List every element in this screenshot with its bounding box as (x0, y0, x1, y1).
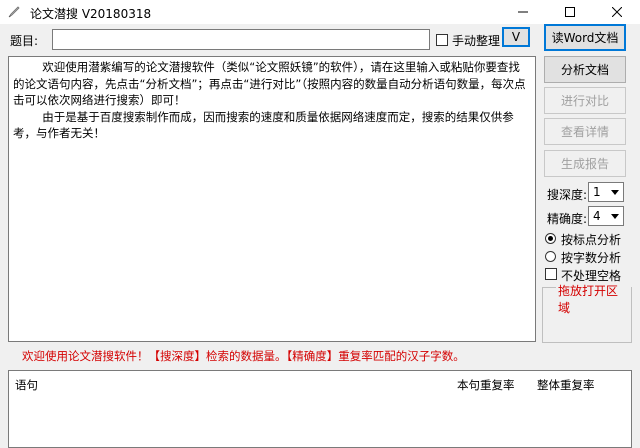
window-title: 论文潜搜 V20180318 (30, 7, 152, 21)
generate-report-button[interactable]: 生成报告 (544, 150, 626, 177)
depth-value: 1 (593, 185, 601, 199)
maximize-button[interactable] (547, 0, 593, 24)
drop-zone[interactable]: 拖放打开区域 (542, 282, 632, 343)
hint-text: 欢迎使用论文潜搜软件！【搜深度】检索的数据量。【精确度】重复率匹配的汉子字数。 (22, 349, 465, 363)
punct-radio-label: 按标点分析 (561, 233, 622, 247)
column-header-overall-rate[interactable]: 整体重复率 (537, 377, 595, 393)
close-icon (612, 7, 622, 17)
manual-arrange-label: 手动整理 (452, 34, 501, 48)
depth-label: 搜深度: (547, 188, 588, 202)
minimize-icon (518, 11, 528, 13)
column-header-sentence[interactable]: 语句 (15, 377, 38, 393)
manual-arrange-checkbox[interactable] (436, 34, 448, 46)
chars-radio[interactable] (545, 251, 556, 262)
pen-icon (7, 5, 21, 19)
minimize-button[interactable] (500, 0, 546, 24)
chevron-down-icon (609, 185, 621, 199)
drop-zone-label: 拖放打开区域 (556, 282, 631, 316)
results-table[interactable]: 语句 本句重复率 整体重复率 (8, 370, 632, 448)
no-space-checkbox[interactable] (545, 268, 557, 280)
precision-select[interactable]: 4 (588, 206, 624, 226)
precision-value: 4 (593, 209, 601, 223)
analyze-document-button[interactable]: 分析文档 (544, 56, 626, 83)
read-word-button[interactable]: 读Word文档 (544, 24, 626, 51)
close-button[interactable] (594, 0, 640, 24)
chevron-down-icon (609, 209, 621, 223)
topic-label: 题目: (10, 34, 39, 48)
precision-label: 精确度: (547, 212, 588, 226)
depth-select[interactable]: 1 (588, 182, 624, 202)
punct-radio[interactable] (545, 233, 556, 244)
view-details-button[interactable]: 查看详情 (544, 118, 626, 145)
compare-button[interactable]: 进行对比 (544, 87, 626, 114)
topic-input[interactable] (52, 29, 430, 50)
v-button[interactable]: V (502, 27, 530, 47)
content-textarea[interactable]: 欢迎使用潜紫编写的论文潜搜软件（类似“论文照妖镜”的软件），请在这里输入或粘贴你… (8, 56, 536, 342)
maximize-icon (565, 7, 575, 17)
chars-radio-label: 按字数分析 (561, 251, 622, 265)
title-bar: 论文潜搜 V20180318 (0, 0, 640, 24)
column-header-sentence-rate[interactable]: 本句重复率 (457, 377, 515, 393)
